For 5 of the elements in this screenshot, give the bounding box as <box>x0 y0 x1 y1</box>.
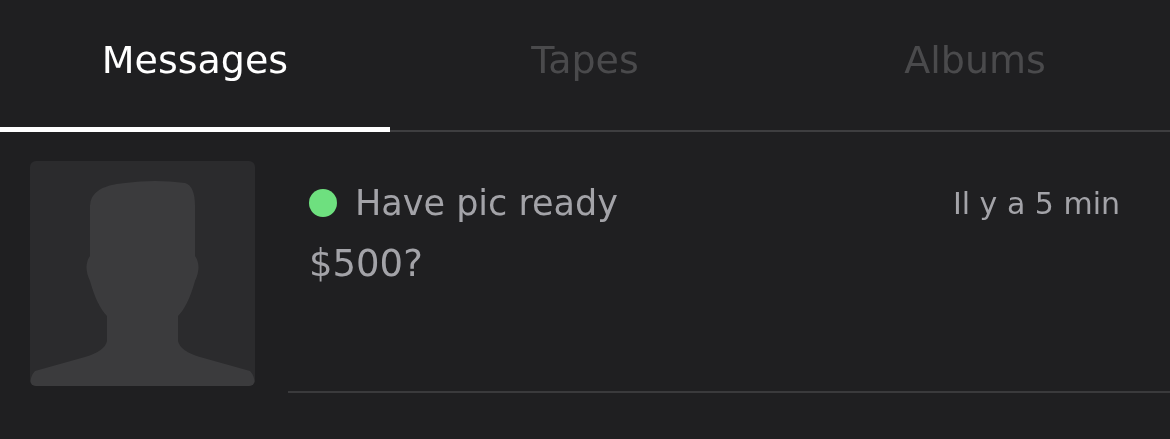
message-title: Have pic ready <box>355 182 618 225</box>
message-time: Il y a 5 min <box>952 184 1120 223</box>
message-preview: $500? <box>309 240 424 287</box>
tab[interactable]: Messages <box>0 0 390 132</box>
avatar-icon <box>30 161 255 386</box>
